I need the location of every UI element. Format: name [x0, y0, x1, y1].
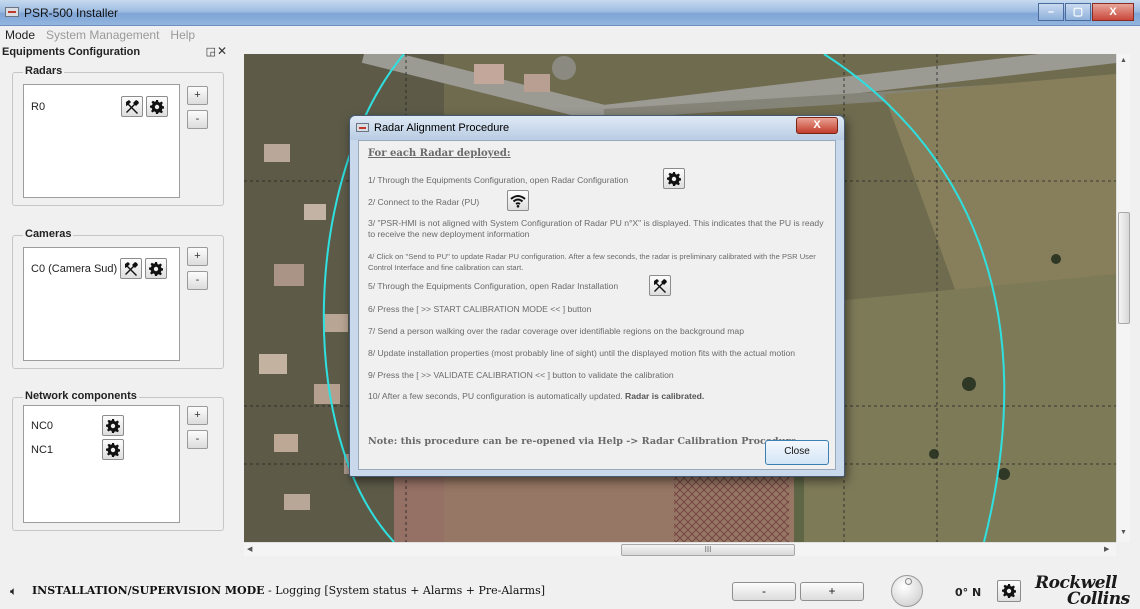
- step-9: 9/ Press the [ >> VALIDATE CALIBRATION <…: [368, 370, 674, 380]
- add-network-component-button[interactable]: +: [187, 406, 208, 425]
- wifi-icon: [510, 194, 526, 208]
- gear-icon: [150, 99, 164, 114]
- menu-system-management[interactable]: System Management: [41, 26, 165, 43]
- vertical-scroll-thumb[interactable]: [1118, 212, 1130, 324]
- zoom-in-button[interactable]: +: [800, 582, 864, 601]
- step-10: 10/ After a few seconds, PU configuratio…: [368, 391, 704, 401]
- step-7: 7/ Send a person walking over the radar …: [368, 326, 744, 336]
- step-2: 2/ Connect to the Radar (PU): [368, 197, 480, 207]
- radar-installation-button[interactable]: [121, 96, 143, 117]
- radar-installation-icon-button: [649, 275, 671, 296]
- radar-configuration-button[interactable]: [146, 96, 168, 117]
- cameras-list[interactable]: C0 (Camera Sud): [23, 247, 180, 361]
- settings-button[interactable]: [997, 580, 1021, 602]
- dock-title: Equipments Configuration: [2, 46, 141, 58]
- radars-group: Radars R0 + -: [12, 65, 224, 206]
- step-10-bold: Radar is calibrated.: [625, 391, 705, 401]
- gear-icon: [1002, 584, 1016, 598]
- orientation-dial[interactable]: [891, 575, 923, 607]
- menu-bar: Mode System Management Help: [0, 26, 1140, 43]
- gear-icon: [106, 418, 120, 433]
- dock-titlebar: Equipments Configuration ◲ ✕: [2, 44, 230, 60]
- status-bar: 🔈︎ INSTALLATION/SUPERVISION MODE - Loggi…: [0, 572, 1140, 609]
- tools-icon: [126, 99, 139, 114]
- scroll-right-icon[interactable]: ▶: [1104, 545, 1109, 553]
- step-10-text: 10/ After a few seconds, PU configuratio…: [368, 391, 626, 401]
- step-6: 6/ Press the [ >> START CALIBRATION MODE…: [368, 304, 592, 314]
- menu-help[interactable]: Help: [165, 26, 201, 43]
- nc1-configuration-button[interactable]: [102, 439, 124, 460]
- list-item[interactable]: R0: [31, 96, 171, 118]
- menu-mode[interactable]: Mode: [0, 26, 41, 43]
- maximize-button[interactable]: ▢: [1065, 3, 1091, 21]
- mode-label: INSTALLATION/SUPERVISION MODE: [32, 584, 265, 597]
- procedure-heading: For each Radar deployed:: [368, 148, 511, 159]
- step-3: 3/ "PSR-HMI is not aligned with System C…: [368, 218, 824, 239]
- gear-icon: [149, 261, 163, 276]
- close-window-button[interactable]: X: [1092, 3, 1134, 21]
- logo-line-2: Collins: [1067, 589, 1130, 609]
- network-components-list[interactable]: NC0 NC1: [23, 405, 180, 523]
- close-dock-icon[interactable]: ✕: [217, 44, 227, 58]
- gear-icon: [106, 442, 120, 457]
- camera-configuration-button[interactable]: [145, 258, 167, 279]
- radar-configuration-icon-button: [663, 168, 685, 189]
- map-horizontal-scrollbar[interactable]: ◀ III ▶: [244, 542, 1116, 556]
- speaker-icon[interactable]: 🔈︎: [10, 584, 17, 599]
- close-button[interactable]: Close: [765, 440, 829, 465]
- add-radar-button[interactable]: +: [187, 86, 208, 105]
- tools-icon: [654, 278, 667, 293]
- network-component-label: NC0: [31, 420, 54, 432]
- cameras-title: Cameras: [23, 228, 74, 240]
- gear-icon: [667, 171, 681, 186]
- remove-network-component-button[interactable]: -: [187, 430, 208, 449]
- dialog-body: For each Radar deployed: 1/ Through the …: [358, 140, 836, 470]
- step-8: 8/ Update installation properties (most …: [368, 348, 796, 358]
- network-components-group: Network components NC0 NC1 + -: [12, 390, 224, 531]
- step-1: 1/ Through the Equipments Configuration,…: [368, 175, 629, 185]
- window-title: PSR-500 Installer: [24, 6, 119, 20]
- step-4: 4/ Click on "Send to PU" to update Radar…: [368, 252, 816, 272]
- horizontal-scroll-thumb[interactable]: III: [621, 544, 795, 556]
- radar-alignment-dialog: Radar Alignment Procedure X For each Rad…: [349, 115, 845, 477]
- scroll-up-icon[interactable]: ▲: [1120, 57, 1127, 64]
- procedure-note: Note: this procedure can be re-opened vi…: [368, 436, 811, 447]
- remove-camera-button[interactable]: -: [187, 271, 208, 290]
- float-dock-icon[interactable]: ◲: [206, 45, 216, 58]
- remove-radar-button[interactable]: -: [187, 110, 208, 129]
- scroll-down-icon[interactable]: ▼: [1120, 529, 1127, 536]
- tools-icon: [125, 261, 138, 276]
- list-item[interactable]: C0 (Camera Sud): [31, 258, 181, 280]
- logging-label: - Logging [System status + Alarms + Pre-…: [264, 584, 545, 597]
- status-text: INSTALLATION/SUPERVISION MODE - Logging …: [32, 584, 545, 597]
- dialog-close-x-button[interactable]: X: [796, 117, 838, 134]
- radars-list[interactable]: R0: [23, 84, 180, 198]
- camera-installation-button[interactable]: [120, 258, 142, 279]
- app-icon: [5, 7, 19, 17]
- add-camera-button[interactable]: +: [187, 247, 208, 266]
- camera-label: C0 (Camera Sud): [31, 263, 118, 275]
- connect-icon-button: [507, 190, 529, 211]
- nc0-configuration-button[interactable]: [102, 415, 124, 436]
- list-item[interactable]: NC1: [31, 439, 171, 461]
- radar-label: R0: [31, 101, 46, 113]
- heading-readout: 0° N: [955, 586, 982, 599]
- dialog-title: Radar Alignment Procedure: [374, 122, 510, 134]
- radars-title: Radars: [23, 65, 65, 77]
- network-component-label: NC1: [31, 444, 54, 456]
- dialog-titlebar: Radar Alignment Procedure X: [350, 116, 844, 140]
- step-5: 5/ Through the Equipments Configuration,…: [368, 281, 619, 291]
- cameras-group: Cameras C0 (Camera Sud) + -: [12, 228, 224, 369]
- equipments-configuration-panel: Equipments Configuration ◲ ✕ Radars R0 +…: [0, 43, 232, 561]
- zoom-out-button[interactable]: -: [732, 582, 796, 601]
- window-titlebar: PSR-500 Installer – ▢ X: [0, 0, 1140, 26]
- list-item[interactable]: NC0: [31, 415, 171, 437]
- minimize-button[interactable]: –: [1038, 3, 1064, 21]
- dialog-app-icon: [356, 123, 369, 132]
- scroll-left-icon[interactable]: ◀: [247, 545, 252, 553]
- map-vertical-scrollbar[interactable]: ▲ ▼: [1116, 54, 1130, 542]
- network-components-title: Network components: [23, 390, 139, 402]
- rockwell-collins-logo: Rockwell Collins: [1033, 572, 1138, 609]
